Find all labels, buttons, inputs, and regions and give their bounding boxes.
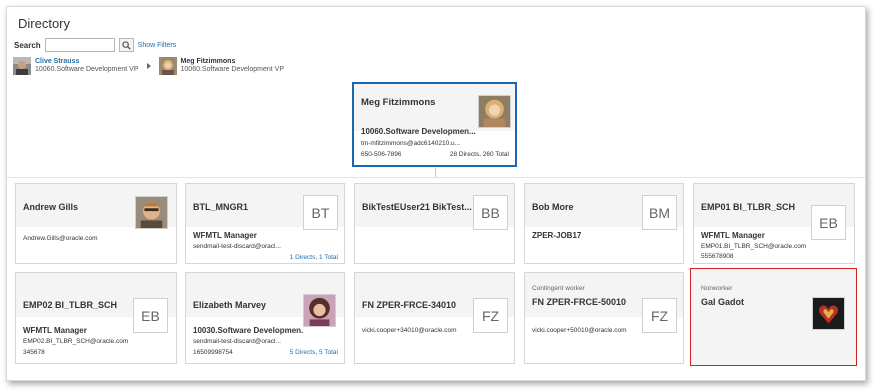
worker-type: Nonworker — [701, 285, 733, 292]
person-phone: 650-506-7896 — [361, 151, 402, 158]
employee-card-andrew-gills[interactable]: Andrew Gills Andrew.Gills@oracle.com — [15, 183, 177, 264]
person-name: Meg Fitzimmons — [361, 97, 436, 108]
person-email: sendmail-test-discard@oracl... — [193, 243, 281, 250]
breadcrumb-item-meg-fitzimmons: Meg Fitzimmons 10060.Software Developmen… — [158, 57, 285, 75]
page-title: Directory — [18, 16, 71, 31]
person-phone: 16509998754 — [193, 349, 233, 356]
person-name: BikTestEUser21 BikTest... — [362, 202, 472, 212]
person-email: EMP01.BI_TLBR_SCH@oracle.com — [701, 243, 807, 250]
person-email: vicki.cooper+50010@oracle.com — [532, 327, 627, 334]
person-photo-icon — [812, 297, 845, 330]
breadcrumb-dept: 10060.Software Development VP — [180, 66, 285, 73]
person-job: WFMTL Manager — [23, 326, 87, 335]
org-connector-line — [435, 168, 436, 177]
initials-avatar: BM — [642, 195, 677, 230]
reports-count[interactable]: 28 Directs, 260 Total — [450, 151, 509, 158]
search-input[interactable] — [44, 38, 115, 52]
show-filters-link[interactable]: Show Filters — [138, 42, 177, 49]
person-name: EMP02 BI_TLBR_SCH — [23, 300, 118, 310]
initials-avatar: BB — [473, 195, 508, 230]
manager-card[interactable]: Meg Fitzimmons 10060.Software Developmen… — [352, 82, 517, 167]
person-photo-icon — [303, 294, 336, 327]
person-department: 10060.Software Developmen... — [361, 127, 476, 136]
initials-avatar: FZ — [473, 298, 508, 333]
divider — [7, 177, 865, 178]
reports-count[interactable]: 5 Directs, 5 Total — [290, 349, 338, 356]
employee-card-btl-mngr1[interactable]: BTL_MNGR1 BT WFMTL Manager sendmail-test… — [185, 183, 345, 264]
breadcrumb-dept: 10060.Software Development VP — [35, 66, 139, 73]
person-name: Gal Gadot — [701, 297, 745, 307]
breadcrumb-item-clive-strauss[interactable]: Clive Strauss 10060.Software Development… — [13, 57, 139, 75]
directory-panel: Directory Search Show Filters Clive Stra… — [6, 6, 866, 381]
person-name: EMP01 BI_TLBR_SCH — [701, 202, 796, 212]
person-job: 10030.Software Developmen... — [193, 326, 303, 335]
person-photo-icon — [13, 57, 31, 75]
breadcrumb-name: Meg Fitzimmons — [180, 58, 236, 65]
breadcrumb: Clive Strauss 10060.Software Development… — [13, 57, 284, 75]
person-name: BTL_MNGR1 — [193, 202, 249, 212]
initials-avatar: FZ — [642, 298, 677, 333]
search-button[interactable] — [118, 38, 134, 52]
person-phone: 555678908 — [701, 253, 734, 260]
employee-card-fn-zper-frce-34010[interactable]: FN ZPER-FRCE-34010 FZ vicki.cooper+34010… — [354, 272, 515, 364]
employee-card-emp02[interactable]: EMP02 BI_TLBR_SCH EB WFMTL Manager EMP02… — [15, 272, 177, 364]
person-name: Bob More — [532, 202, 574, 212]
initials-avatar: BT — [303, 195, 338, 230]
person-email: sendmail-test-discard@oracl... — [193, 338, 281, 345]
person-photo-icon — [135, 196, 168, 229]
chevron-right-icon — [146, 63, 151, 69]
initials-avatar: EB — [133, 298, 168, 333]
employee-card-bob-more[interactable]: Bob More BM ZPER-JOB17 — [524, 183, 684, 264]
person-name: Elizabeth Marvey — [193, 300, 267, 310]
reports-count[interactable]: 1 Directs, 1 Total — [290, 254, 338, 261]
person-email: vicki.cooper+34010@oracle.com — [362, 327, 457, 334]
employee-card-biktesteuser21[interactable]: BikTestEUser21 BikTest... BB — [354, 183, 515, 264]
person-name: FN ZPER-FRCE-34010 — [362, 300, 457, 310]
employee-card-elizabeth-marvey[interactable]: Elizabeth Marvey 10030.Software Developm… — [185, 272, 345, 364]
person-job: WFMTL Manager — [193, 231, 257, 240]
employee-card-fn-zper-frce-50010[interactable]: Contingent worker FN ZPER-FRCE-50010 FZ … — [524, 272, 684, 364]
initials-avatar: EB — [811, 205, 846, 240]
person-name: Andrew Gills — [23, 202, 79, 212]
person-photo-icon — [158, 57, 177, 75]
search-icon — [122, 40, 131, 50]
search-bar: Search Show Filters — [14, 38, 176, 52]
person-name: FN ZPER-FRCE-50010 — [532, 297, 627, 307]
person-photo-icon — [478, 95, 511, 128]
person-phone: 345678 — [23, 349, 45, 356]
breadcrumb-name: Clive Strauss — [35, 58, 80, 65]
person-email: EMP02.BI_TLBR_SCH@oracle.com — [23, 338, 129, 345]
search-label: Search — [14, 40, 41, 50]
person-job: ZPER-JOB17 — [532, 231, 582, 240]
employee-card-emp01[interactable]: EMP01 BI_TLBR_SCH EB WFMTL Manager EMP01… — [693, 183, 855, 264]
employee-card-gal-gadot[interactable]: Nonworker Gal Gadot — [690, 268, 857, 366]
worker-type: Contingent worker — [532, 285, 585, 292]
person-email: Andrew.Gills@oracle.com — [23, 235, 98, 242]
person-email: tm-mfitzimmons@adc6140210.u... — [361, 140, 461, 147]
person-job: WFMTL Manager — [701, 231, 765, 240]
